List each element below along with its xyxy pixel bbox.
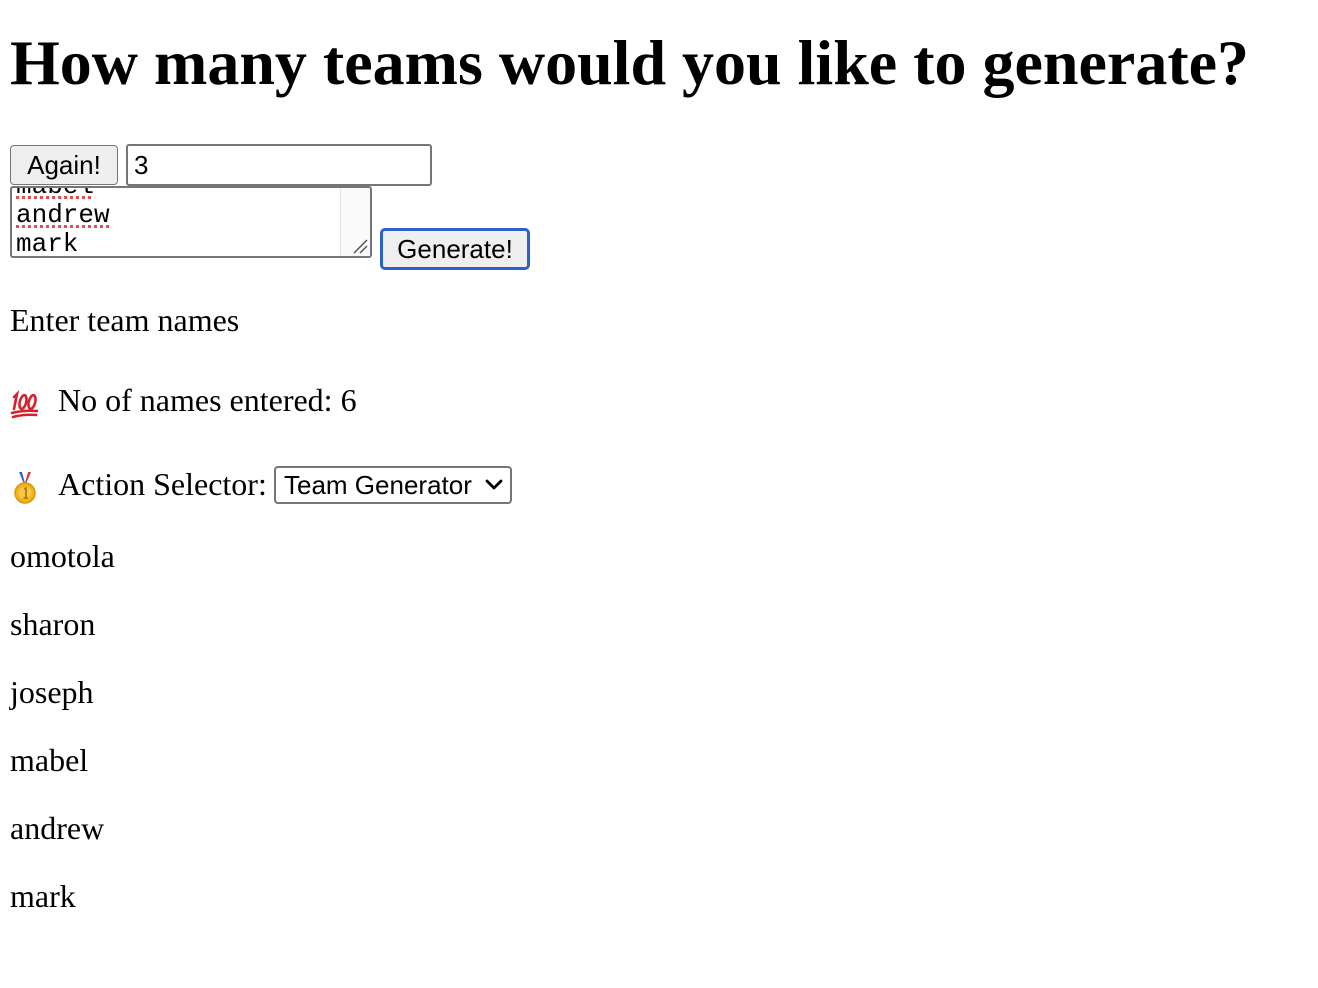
name-list-item: joseph: [10, 674, 94, 710]
hundred-points-icon: [10, 389, 44, 419]
again-button[interactable]: Again!: [10, 145, 118, 185]
names-textarea-content: mabel andrew mark: [16, 186, 110, 258]
page-heading: How many teams would you like to generat…: [10, 27, 1250, 98]
name-list-item: mabel: [10, 742, 89, 778]
action-selector-row: Action Selector:: [10, 466, 267, 505]
name-list-item: andrew: [10, 810, 105, 846]
textarea-line: andrew: [16, 200, 110, 230]
names-count-row: No of names entered: 6: [10, 382, 357, 419]
names-count-text: No of names entered: 6: [58, 382, 357, 418]
textarea-line: mark: [16, 229, 79, 258]
resize-handle-icon[interactable]: [350, 236, 368, 254]
textarea-line: mabel: [16, 186, 95, 201]
team-count-input[interactable]: [126, 144, 432, 186]
action-select-value: Team Generator: [284, 470, 472, 500]
name-list-item: sharon: [10, 606, 96, 642]
action-selector-label: Action Selector:: [58, 466, 267, 502]
enter-team-names-text: Enter team names: [10, 302, 240, 338]
page: How many teams would you like to generat…: [0, 0, 1318, 988]
name-list-item: omotola: [10, 538, 115, 574]
action-select-dropdown[interactable]: Team Generator: [274, 466, 512, 504]
names-textarea[interactable]: mabel andrew mark: [10, 186, 372, 258]
chevron-down-icon: [485, 479, 503, 490]
generate-button[interactable]: Generate!: [380, 228, 530, 270]
name-list-item: mark: [10, 878, 76, 914]
medal-icon: [10, 471, 44, 505]
